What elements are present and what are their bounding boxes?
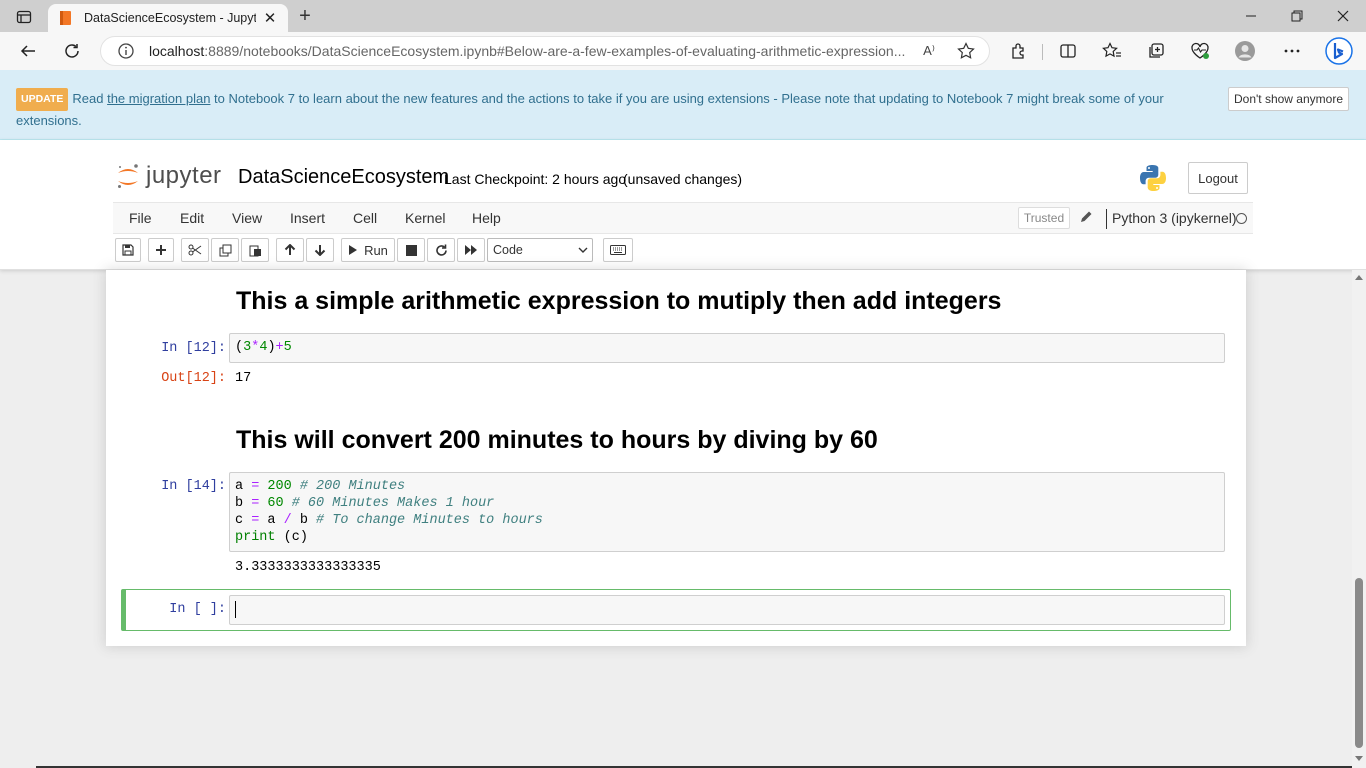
- save-button[interactable]: [115, 238, 141, 262]
- refresh-icon[interactable]: [58, 37, 86, 65]
- kernel-divider: [1106, 209, 1107, 229]
- arrow-down-icon: [314, 245, 326, 256]
- cell-type-select[interactable]: Code: [487, 238, 593, 262]
- checkpoint-status: Last Checkpoint: 2 hours ago: [444, 171, 627, 187]
- extensions-icon[interactable]: [1007, 40, 1031, 62]
- favorite-star-icon[interactable]: [957, 42, 975, 65]
- edit-pencil-icon[interactable]: [1079, 210, 1093, 229]
- toolbar-divider: [1042, 44, 1043, 60]
- copy-button[interactable]: [211, 238, 239, 262]
- favorites-icon[interactable]: [1100, 40, 1124, 62]
- bing-copilot-icon[interactable]: [1324, 36, 1354, 66]
- collections-icon[interactable]: [1144, 40, 1168, 62]
- update-badge: UPDATE: [16, 88, 69, 111]
- restore-icon[interactable]: [1274, 0, 1320, 32]
- restart-button[interactable]: [427, 238, 455, 262]
- page-scrollbar[interactable]: [1352, 270, 1366, 768]
- menu-file[interactable]: File: [129, 210, 152, 226]
- scroll-up-icon[interactable]: [1355, 274, 1363, 280]
- kernel-name: Python 3 (ipykernel): [1112, 210, 1237, 226]
- menu-bar: File Edit View Insert Cell Kernel Help T…: [113, 202, 1253, 234]
- minimize-icon[interactable]: [1228, 0, 1274, 32]
- notebook-name[interactable]: DataScienceEcosystem: [238, 166, 449, 189]
- tab-actions-icon[interactable]: [10, 6, 38, 28]
- banner-message: UPDATE Read the migration plan to Noteboo…: [16, 88, 1196, 130]
- play-icon: [349, 245, 358, 255]
- menu-cell[interactable]: Cell: [353, 210, 377, 226]
- read-aloud-icon[interactable]: A⁾: [923, 43, 935, 59]
- url-text: localhost:8889/notebooks/DataScienceEcos…: [149, 43, 906, 59]
- restart-run-all-button[interactable]: [457, 238, 485, 262]
- address-bar-row: localhost:8889/notebooks/DataScienceEcos…: [0, 32, 1366, 70]
- update-banner: UPDATE Read the migration plan to Noteboo…: [0, 70, 1366, 140]
- input-prompt: In [ ]:: [169, 602, 226, 617]
- move-up-button[interactable]: [276, 238, 304, 262]
- run-button[interactable]: Run: [341, 238, 395, 262]
- code-cell-input[interactable]: (3*4)+5: [229, 333, 1225, 363]
- site-info-icon[interactable]: [117, 42, 135, 60]
- scrollbar-thumb[interactable]: [1355, 578, 1363, 748]
- insert-cell-button[interactable]: [148, 238, 174, 262]
- tab-title: DataScienceEcosystem - Jupyter: [84, 11, 256, 25]
- menu-insert[interactable]: Insert: [290, 210, 325, 226]
- plus-icon: [156, 245, 166, 255]
- jupyter-header: jupyter DataScienceEcosystem Last Checkp…: [0, 140, 1366, 270]
- window-close-icon[interactable]: [1320, 0, 1366, 32]
- scroll-down-icon[interactable]: [1355, 756, 1363, 762]
- copy-icon: [219, 244, 231, 256]
- kernel-idle-indicator-icon: [1236, 213, 1247, 224]
- paste-button[interactable]: [241, 238, 269, 262]
- interrupt-button[interactable]: [397, 238, 425, 262]
- cell-output: 3.3333333333333335: [235, 560, 381, 575]
- jupyter-book-icon: [58, 10, 74, 26]
- arrow-up-icon: [284, 244, 296, 255]
- new-tab-button[interactable]: +: [294, 5, 316, 27]
- migration-plan-link[interactable]: the migration plan: [107, 91, 210, 106]
- dont-show-anymore-button[interactable]: Don't show anymore: [1228, 87, 1349, 111]
- code-cell-input-active[interactable]: [229, 595, 1225, 625]
- browser-tab-bar: DataScienceEcosystem - Jupyter ✕ +: [0, 0, 1366, 32]
- scissors-icon: [188, 244, 202, 256]
- markdown-heading-2[interactable]: This will convert 200 minutes to hours b…: [236, 426, 878, 455]
- restart-icon: [435, 244, 447, 256]
- cut-button[interactable]: [181, 238, 209, 262]
- notebook-container: This a simple arithmetic expression to m…: [106, 270, 1246, 646]
- keyboard-icon: [610, 245, 626, 255]
- performance-heart-icon[interactable]: [1188, 40, 1212, 62]
- jupyter-logo[interactable]: jupyter: [116, 161, 222, 191]
- stop-icon: [405, 244, 417, 256]
- url-field[interactable]: localhost:8889/notebooks/DataScienceEcos…: [100, 36, 990, 66]
- split-screen-icon[interactable]: [1056, 40, 1080, 62]
- back-icon[interactable]: [14, 37, 42, 65]
- input-prompt: In [14]:: [161, 479, 226, 494]
- text-cursor: [235, 601, 236, 618]
- menu-help[interactable]: Help: [472, 210, 501, 226]
- notebook-toolbar: Run Code: [113, 238, 1253, 266]
- fast-forward-icon: [465, 245, 477, 255]
- python-logo-icon: [1138, 163, 1168, 198]
- cell-type-value: Code: [493, 243, 523, 257]
- jupyter-logo-icon: [118, 164, 138, 188]
- command-palette-button[interactable]: [603, 238, 633, 262]
- chevron-down-icon: [578, 247, 588, 253]
- trusted-badge[interactable]: Trusted: [1018, 207, 1070, 229]
- code-cell-input[interactable]: a = 200 # 200 Minutes b = 60 # 60 Minute…: [229, 472, 1225, 552]
- save-icon: [122, 244, 134, 256]
- profile-avatar-icon[interactable]: [1233, 40, 1257, 62]
- menu-edit[interactable]: Edit: [180, 210, 204, 226]
- menu-view[interactable]: View: [232, 210, 262, 226]
- move-down-button[interactable]: [306, 238, 334, 262]
- browser-tab[interactable]: DataScienceEcosystem - Jupyter ✕: [48, 4, 288, 32]
- input-prompt: In [12]:: [161, 341, 226, 356]
- more-options-icon[interactable]: [1280, 40, 1304, 62]
- cell-output: 17: [235, 371, 252, 386]
- output-prompt: Out[12]:: [161, 371, 226, 386]
- tab-close-icon[interactable]: ✕: [262, 9, 278, 27]
- autosave-status: (unsaved changes): [623, 171, 743, 187]
- paste-icon: [249, 245, 261, 256]
- markdown-heading-1[interactable]: This a simple arithmetic expression to m…: [236, 287, 1001, 316]
- logout-button[interactable]: Logout: [1188, 162, 1248, 194]
- run-label: Run: [364, 242, 388, 258]
- menu-kernel[interactable]: Kernel: [405, 210, 445, 226]
